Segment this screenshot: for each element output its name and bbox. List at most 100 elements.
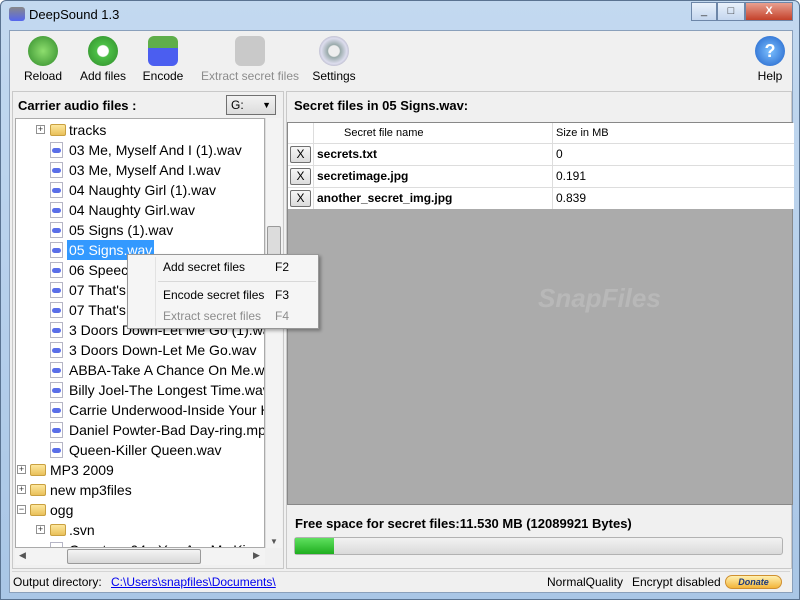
extract-icon	[235, 36, 265, 66]
settings-button[interactable]: Settings	[308, 31, 360, 89]
reload-button[interactable]: Reload	[18, 31, 68, 89]
tree-item[interactable]: 03 Me, Myself And I.wav	[16, 160, 264, 180]
hscroll-thumb[interactable]	[67, 549, 201, 564]
audio-file-icon	[50, 202, 63, 218]
tree-item[interactable]: + new mp3files	[16, 480, 264, 500]
tree-item[interactable]: Daniel Powter-Bad Day-ring.mp3	[16, 420, 264, 440]
app-icon	[9, 7, 25, 21]
menu-label: Add secret files	[163, 260, 246, 274]
free-space-progress	[294, 537, 783, 555]
tree-item-label: 03 Me, Myself And I.wav	[69, 162, 221, 178]
menu-label: Extract secret files	[163, 309, 262, 323]
tree-item[interactable]: ABBA-Take A Chance On Me.wav	[16, 360, 264, 380]
column-header-name[interactable]: Secret file name	[314, 123, 553, 143]
tree-item[interactable]: + .svn	[16, 520, 264, 540]
scroll-down-icon[interactable]: ▼	[270, 537, 278, 546]
tree-item-label: 05 Signs (1).wav	[69, 222, 174, 238]
context-menu: Add secret files F2 Encode secret files F3…	[127, 254, 319, 329]
table-row: Xsecrets.txt 0	[288, 143, 794, 165]
extract-secret-files-button[interactable]: Extract secret files	[198, 31, 302, 89]
add-files-button[interactable]: Add files	[74, 31, 132, 89]
scroll-right-icon[interactable]: ▶	[253, 550, 260, 561]
output-directory-link[interactable]: C:\Users\snapfiles\Documents\	[111, 572, 276, 592]
expand-toggle-icon[interactable]: +	[17, 465, 26, 474]
column-header-size[interactable]: Size in MB	[553, 123, 794, 143]
encode-icon	[148, 36, 178, 66]
folder-icon	[50, 524, 66, 536]
vertical-scrollbar[interactable]: ▼	[265, 118, 282, 548]
tree-item[interactable]: + MP3 2009	[16, 460, 264, 480]
file-tree[interactable]: + tracks 03 Me, Myself And I (1).wav 03 Me,…	[15, 118, 265, 548]
audio-file-icon	[50, 142, 63, 158]
minimize-button[interactable]: _	[691, 2, 717, 21]
tree-item[interactable]: 3 Doors Down-Let Me Go.wav	[16, 340, 264, 360]
audio-file-icon	[50, 262, 63, 278]
tree-item[interactable]: 03 Me, Myself And I (1).wav	[16, 140, 264, 160]
tree-item-label: tracks	[69, 122, 107, 138]
menu-item-add-secret-files[interactable]: Add secret files F2	[163, 257, 313, 277]
folder-icon	[50, 124, 66, 136]
remove-file-button[interactable]: X	[290, 146, 311, 163]
expand-toggle-icon[interactable]: +	[36, 125, 45, 134]
remove-file-button[interactable]: X	[290, 168, 311, 185]
help-button[interactable]: ? Help	[750, 31, 790, 89]
tree-item[interactable]: + tracks	[16, 120, 264, 140]
tree-item[interactable]: 05 Signs (1).wav	[16, 220, 264, 240]
menu-separator	[158, 281, 316, 282]
tree-item-label: 3 Doors Down-Let Me Go.wav	[69, 342, 257, 358]
help-icon: ?	[755, 36, 785, 66]
table-row: Xanother_secret_img.jpg 0.839	[288, 187, 794, 209]
tree-item[interactable]: Billy Joel-The Longest Time.wav	[16, 380, 264, 400]
status-bar: Output directory: C:\Users\snapfiles\Doc…	[12, 571, 790, 591]
audio-file-icon	[50, 162, 63, 178]
tree-item[interactable]: 04 Naughty Girl.wav	[16, 200, 264, 220]
help-label: Help	[757, 69, 783, 83]
grid-header: Secret file name Size in MB	[288, 123, 794, 143]
scroll-left-icon[interactable]: ◀	[19, 550, 26, 561]
expand-toggle-icon[interactable]: −	[17, 505, 26, 514]
remove-file-button[interactable]: X	[290, 190, 311, 207]
tree-item[interactable]: Queen-Killer Queen.wav	[16, 440, 264, 460]
carrier-panel: Carrier audio files : G: ▼ + tracks 03 Me, …	[12, 91, 284, 569]
audio-file-icon	[50, 282, 63, 298]
main-window: DeepSound 1.3 _ □ X Reload Add files Enc…	[0, 0, 800, 600]
tree-item[interactable]: Country - 04 - You Are My Kin	[16, 540, 264, 547]
tree-item[interactable]: Carrie Underwood-Inside Your Heaven.wav	[16, 400, 264, 420]
maximize-button[interactable]: □	[717, 2, 745, 21]
donate-button[interactable]: Donate	[725, 575, 782, 589]
secret-files-title: Secret files in 05 Signs.wav:	[294, 98, 469, 113]
encode-button[interactable]: Encode	[138, 31, 188, 89]
tree-item-label: 04 Naughty Girl.wav	[69, 202, 196, 218]
tree-item-label: new mp3files	[50, 482, 132, 498]
scroll-thumb[interactable]	[267, 226, 281, 256]
audio-file-icon	[50, 242, 63, 258]
menu-item-encode-secret-files[interactable]: Encode secret files F3	[163, 285, 313, 305]
file-name-cell: secretimage.jpg	[314, 166, 553, 187]
tree-item[interactable]: − ogg	[16, 500, 264, 520]
file-size-cell: 0.839	[556, 191, 587, 205]
tree-item-label: ogg	[50, 502, 74, 518]
audio-file-icon	[50, 362, 63, 378]
tree-item[interactable]: 04 Naughty Girl (1).wav	[16, 180, 264, 200]
gear-icon	[319, 36, 349, 66]
secret-files-panel: Secret files in 05 Signs.wav: Secret fil…	[286, 91, 794, 569]
folder-icon	[30, 484, 46, 496]
tree-item-label: 04 Naughty Girl (1).wav	[69, 182, 217, 198]
window-title: DeepSound 1.3	[29, 7, 120, 22]
secret-files-grid: Secret file name Size in MB Xsecrets.txt 0…	[287, 122, 794, 505]
horizontal-scrollbar[interactable]: ◀ ▶	[15, 548, 265, 565]
close-button[interactable]: X	[745, 2, 793, 21]
expand-toggle-icon[interactable]: +	[36, 525, 45, 534]
tree-item-label: Country - 04 - You Are My Kin	[69, 540, 253, 547]
tree-item-label: Carrie Underwood-Inside Your Heaven.wav	[69, 402, 264, 418]
drive-select[interactable]: G: ▼	[226, 95, 276, 115]
watermark: SnapFiles	[538, 283, 661, 313]
expand-toggle-icon[interactable]: +	[17, 485, 26, 494]
menu-label: Encode secret files	[163, 288, 265, 302]
menu-shortcut: F4	[275, 309, 290, 323]
file-size-cell: 0.191	[556, 169, 587, 183]
add-icon	[88, 36, 118, 66]
menu-shortcut: F3	[275, 288, 290, 302]
menu-item-extract-secret-files[interactable]: Extract secret files F4	[163, 306, 313, 326]
file-size-cell: 0	[556, 147, 563, 161]
